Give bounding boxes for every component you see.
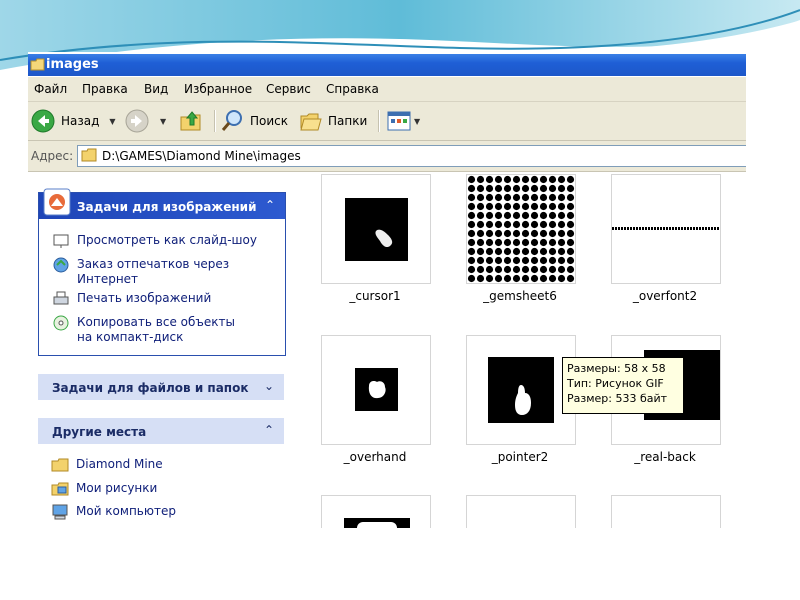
cd-copy-icon [53,315,69,331]
file-tasks-header[interactable]: Задачи для файлов и папок ⌄ [38,374,284,400]
tooltip-dimensions: Размеры: 58 x 58 [567,362,666,375]
other-places-header[interactable]: Другие места ⌃ [38,418,284,444]
menu-tools[interactable]: Сервис [266,82,311,96]
tooltip-type: Тип: Рисунок GIF [567,377,664,390]
file-thumbnail[interactable] [321,495,431,528]
task-label: Заказ отпечатков через Интернет [77,257,230,286]
hand-blob-icon [368,381,386,399]
place-item[interactable]: Мои рисунки [50,481,157,497]
place-item[interactable]: Мой компьютер [50,504,176,520]
folder-icon [51,458,69,472]
menu-view[interactable]: Вид [144,82,168,96]
collapse-chevron-icon[interactable]: ⌃ [264,423,274,437]
place-label: Мои рисунки [76,481,158,495]
file-name[interactable]: _cursor1 [320,289,430,303]
address-field[interactable]: D:\GAMES\Diamond Mine\images [77,145,746,167]
task-item[interactable]: Копировать все объекты на компакт-диск [51,315,251,345]
order-prints-icon [53,257,69,273]
folders-button[interactable]: Папки [298,108,367,134]
forward-arrow-icon [125,109,149,133]
file-name[interactable]: _overhand [320,450,430,464]
up-folder-button[interactable] [178,108,204,134]
folder-icon [81,148,97,162]
back-arrow-icon [31,109,55,133]
file-name[interactable]: _overfont2 [610,289,720,303]
explorer-window: images Файл Правка Вид Избранное Сервис … [28,52,746,528]
image-tasks-panel: Задачи для изображений ⌃ Просмотреть как… [38,188,286,356]
toolbar-separator [378,110,380,132]
back-button[interactable]: Назад ▼ [30,108,116,134]
back-label: Назад [61,114,100,128]
search-label: Поиск [250,114,289,128]
address-path: D:\GAMES\Diamond Mine\images [102,149,301,163]
font-strip-preview [612,227,720,230]
search-icon [221,110,242,131]
my-pictures-icon [51,482,69,496]
menu-edit[interactable]: Правка [82,82,128,96]
expand-chevron-icon[interactable]: ⌄ [264,379,274,393]
pointer-blob-icon [515,385,531,415]
picture-tasks-icon [43,188,71,216]
toolbar: Назад ▼ ▼ Поиск Папки ▼ [28,102,746,141]
task-item[interactable]: Печать изображений [51,291,211,307]
toolbar-separator [214,110,216,132]
task-item[interactable]: Заказ отпечатков через Интернет [51,257,231,287]
place-label: Мой компьютер [76,504,176,518]
file-info-tooltip: Размеры: 58 x 58 Тип: Рисунок GIF Размер… [562,357,684,414]
image-preview-shape [357,522,397,528]
folders-icon [300,113,322,131]
other-places-panel: Diamond Mine Мои рисунки Мой компьютер [38,444,284,528]
my-computer-icon [52,504,68,520]
window-title: images [46,57,99,72]
views-icon [387,111,411,131]
image-tasks-header[interactable]: Задачи для изображений ⌃ [39,193,285,219]
up-folder-icon [180,111,201,131]
file-thumbnail[interactable] [321,335,431,445]
file-thumbnail[interactable] [321,174,431,284]
file-thumbnail[interactable] [611,495,721,528]
tooltip-size: Размер: 533 байт [567,392,668,405]
place-item[interactable]: Diamond Mine [50,457,163,473]
folders-label: Папки [328,114,368,128]
file-name[interactable]: _real-back [610,450,720,464]
place-label: Diamond Mine [76,457,163,471]
collapse-chevron-icon[interactable]: ⌃ [265,198,275,212]
folder-icon [30,58,45,71]
gemsheet-preview [467,175,575,283]
file-thumbnail[interactable] [466,174,576,284]
views-button[interactable]: ▼ [386,108,420,134]
title-bar[interactable]: images [28,54,746,76]
search-button[interactable]: Поиск [220,108,288,134]
menu-help[interactable]: Справка [326,82,379,96]
slideshow-icon [53,234,69,248]
image-tasks-title: Задачи для изображений [77,200,257,214]
file-thumbnail[interactable] [611,174,721,284]
file-thumbnail[interactable] [466,495,576,528]
task-pane: Задачи для изображений ⌃ Просмотреть как… [28,172,294,528]
menu-file[interactable]: Файл [34,82,67,96]
cursor-blob-icon [375,229,393,248]
forward-button[interactable]: ▼ [124,108,166,134]
file-tasks-title: Задачи для файлов и папок [52,381,249,395]
printer-icon [53,291,69,305]
file-name[interactable]: _gemsheet6 [465,289,575,303]
task-label: Печать изображений [77,291,212,305]
address-bar: Адрес: D:\GAMES\Diamond Mine\images [28,141,746,172]
task-label: Просмотреть как слайд-шоу [77,233,257,247]
address-label: Адрес: [31,149,74,163]
dropdown-arrow-icon[interactable]: ▼ [109,117,115,126]
task-item[interactable]: Просмотреть как слайд-шоу [51,233,257,249]
menu-favorites[interactable]: Избранное [184,82,252,96]
dropdown-arrow-icon[interactable]: ▼ [414,117,420,126]
dropdown-arrow-icon[interactable]: ▼ [160,117,166,126]
file-name[interactable]: _pointer2 [465,450,575,464]
task-label: Копировать все объекты на компакт-диск [77,315,235,344]
other-places-title: Другие места [52,425,147,439]
file-thumbnail[interactable] [466,335,576,445]
menu-bar: Файл Правка Вид Избранное Сервис Справка [28,77,746,102]
